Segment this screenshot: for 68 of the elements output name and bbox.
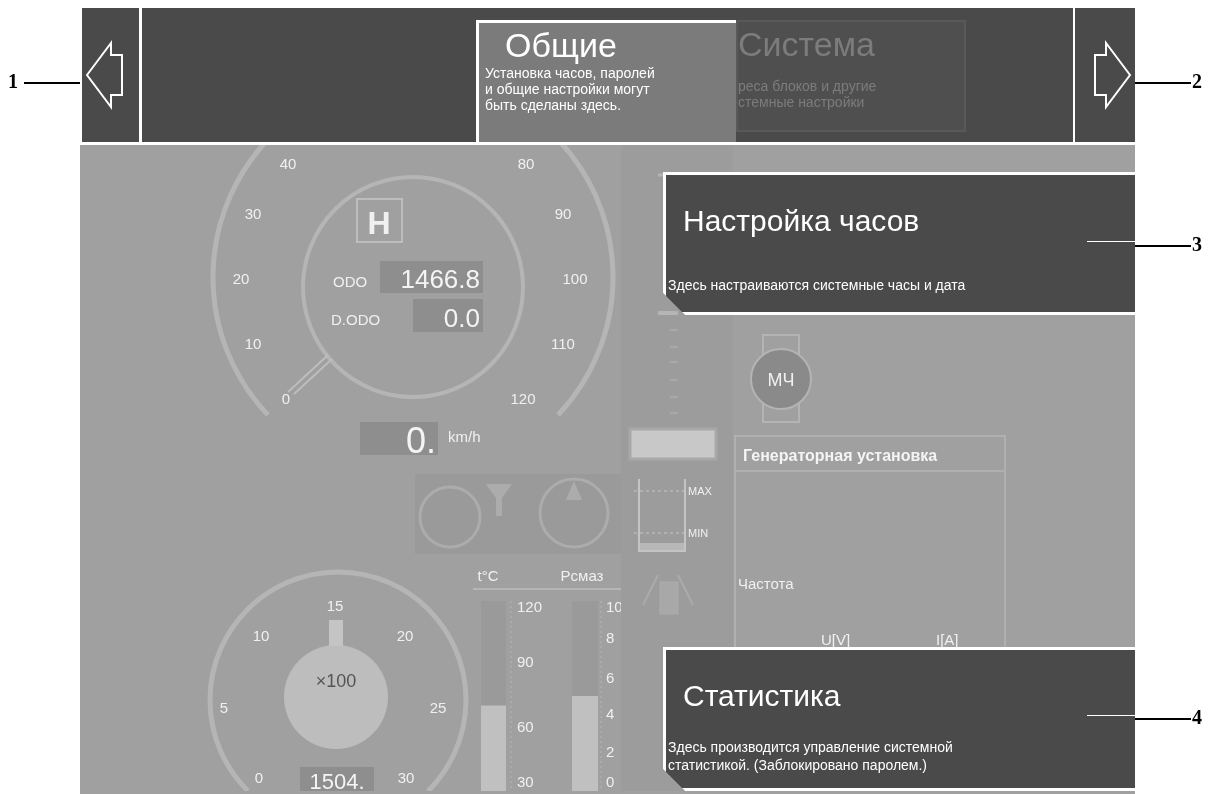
rpm-scale-label: 25 [429, 699, 447, 716]
speed-needle [287, 354, 333, 395]
temperature-scale-label: 30 [517, 773, 534, 790]
callout-number: 3 [1192, 233, 1202, 256]
rpm-scale-label: 5 [219, 699, 229, 716]
trip-odometer-value: 0.0 [413, 299, 483, 333]
oil-scale-label: 2 [606, 743, 615, 760]
info-card[interactable]: Статистика Здесь производится управление системной статистикой. (Заблокировано паролем.) [663, 647, 1135, 791]
callout-number: 1 [8, 70, 18, 93]
leader-line [1087, 715, 1135, 716]
next-button[interactable] [1073, 8, 1135, 142]
tab-title: Общие [504, 25, 618, 65]
rpm-multiplier: ×100 [315, 671, 357, 691]
speed-scale-label: 90 [554, 205, 572, 222]
speed-scale-label: 0 [281, 390, 291, 407]
wristwatch-icon [750, 334, 812, 423]
oil-scale-label: 4 [606, 705, 615, 722]
callout-number: 4 [1192, 706, 1202, 729]
speed-unit: km/h [448, 428, 481, 445]
card-description: Здесь производится управление системной статистикой. (Заблокировано паролем.) [668, 738, 954, 774]
speed-scale-label: 10 [244, 335, 262, 352]
oil-scale-label: 0 [606, 773, 615, 790]
menu-tab[interactable]: Общие Установка часов, паролей и общие настройки могут быть сделаны здесь. [476, 20, 736, 142]
left-arrow-icon [85, 40, 125, 110]
temperature-scale-label: 90 [517, 653, 534, 670]
odometer-value: 1466.8 [380, 261, 483, 294]
hour-meter-label: МЧ [767, 370, 795, 390]
speed-scale-label: 20 [232, 270, 250, 287]
rpm-scale-label: 30 [397, 769, 415, 786]
leader-line [1135, 245, 1191, 247]
tab-description: Установка часов, паролей и общие настройки могут быть сделаны здесь. [485, 65, 656, 113]
tank-icon [633, 478, 689, 552]
rpm-scale-label: 15 [326, 597, 344, 614]
rpm-scale-label: 10 [252, 627, 270, 644]
leader-line [1135, 718, 1191, 720]
tank-max-label: MAX [688, 485, 712, 497]
leader-line [24, 82, 82, 84]
speed-scale-label: 100 [562, 270, 588, 287]
rpm-scale-label: 0 [254, 769, 264, 786]
card-description: Здесь настраиваются системные часы и дата [668, 276, 967, 294]
temperature-scale-label: 120 [517, 598, 543, 615]
callout-number: 2 [1192, 70, 1202, 93]
odometer-label: ODO [333, 273, 368, 290]
temperature-scale-label: 60 [517, 718, 534, 735]
trip-odometer-label: D.ODO [331, 311, 381, 328]
speed-scale-label: 80 [517, 155, 535, 172]
speed-scale-label: 30 [244, 205, 262, 222]
tachometer-needle [329, 620, 343, 646]
card-title: Статистика [683, 678, 842, 714]
right-arrow-icon [1092, 40, 1132, 110]
engine-hours-value: 1504. [300, 767, 374, 791]
speed-scale-label: 110 [551, 335, 575, 352]
oil-scale-label: 6 [606, 669, 615, 686]
frequency-label: Частота [738, 575, 794, 592]
gear-indicator: H [356, 198, 403, 243]
generator-title: Генераторная установка [743, 447, 938, 464]
oil-scale-label: 8 [606, 629, 615, 646]
card-title: Настройка часов [683, 203, 921, 239]
speed-scale-label: 40 [279, 155, 297, 172]
info-card[interactable]: Настройка часов Здесь настраиваются системные часы и дата [663, 172, 1135, 315]
leader-line [1087, 241, 1135, 242]
oil-pressure-label: Рсмаз [560, 567, 604, 584]
leader-line [1135, 82, 1191, 84]
rpm-scale-label: 20 [396, 627, 414, 644]
speed-scale-label: 120 [510, 390, 536, 407]
previous-button[interactable] [80, 8, 142, 142]
tank-min-label: MIN [688, 527, 709, 539]
temperature-label: t°C [477, 567, 499, 584]
